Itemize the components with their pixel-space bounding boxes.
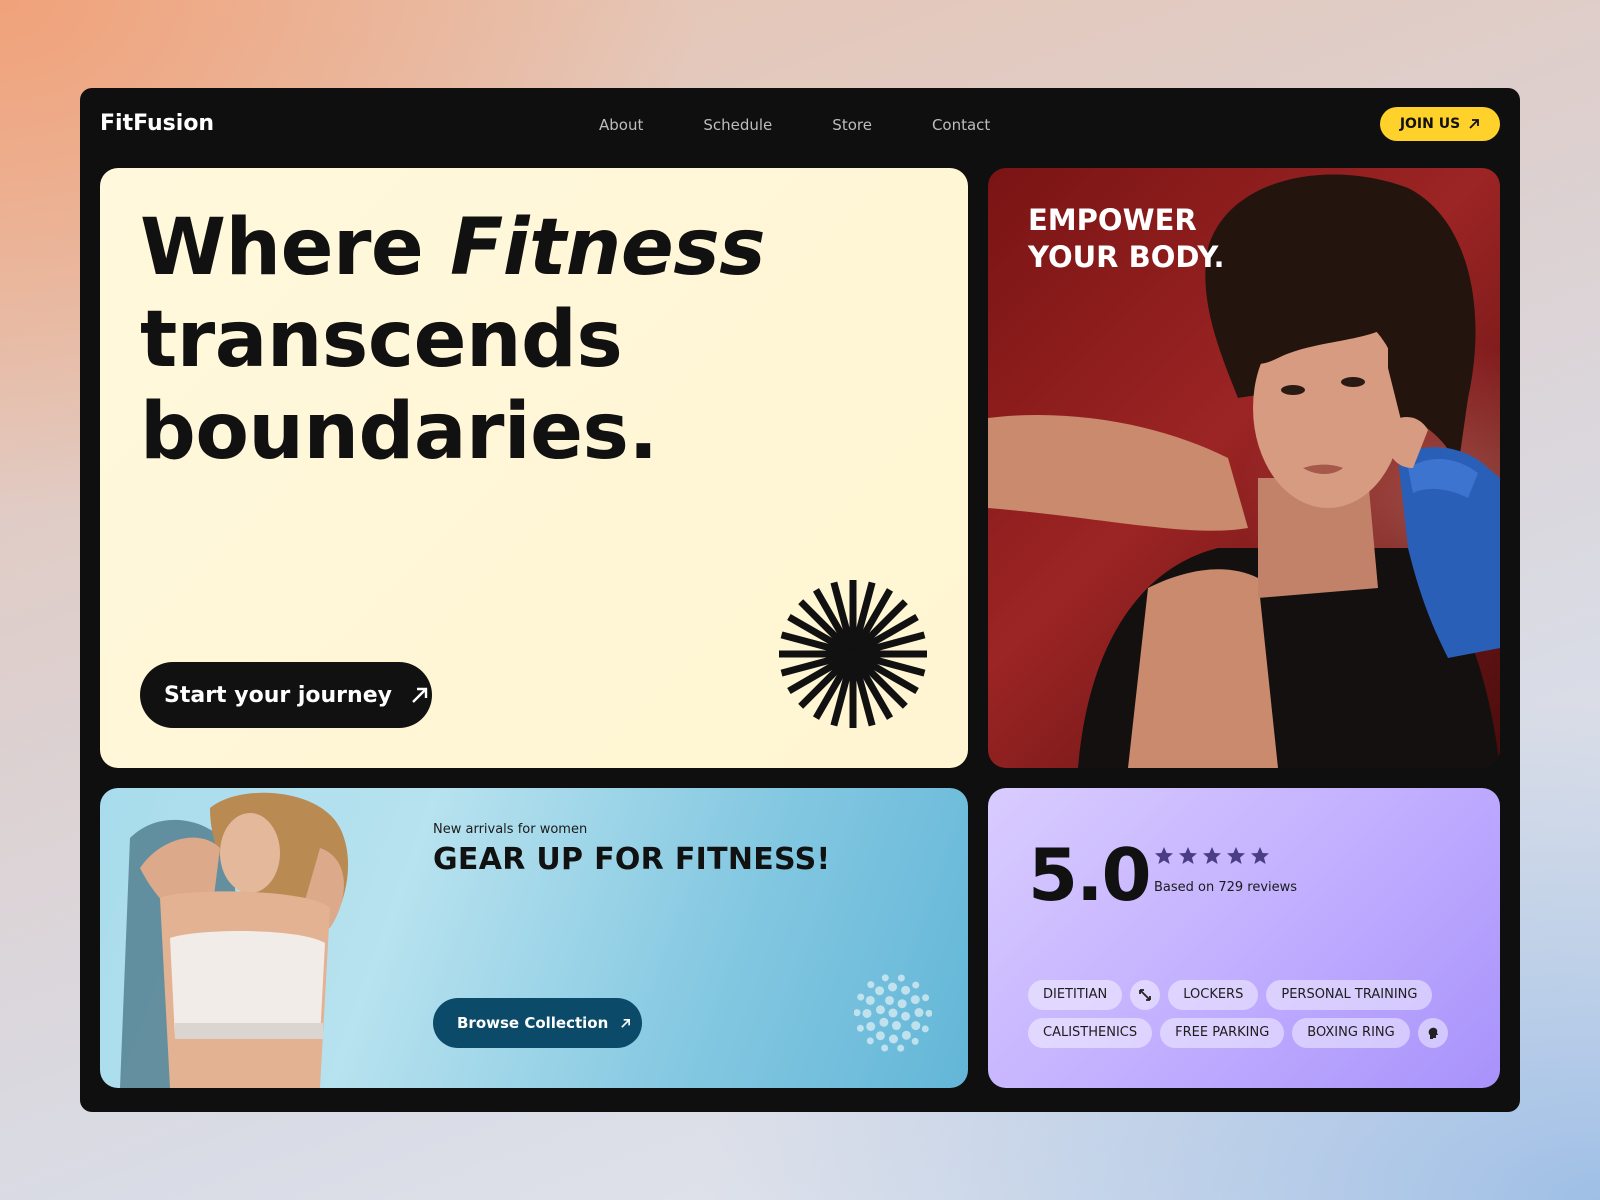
rating-score: 5.0 (1028, 833, 1152, 917)
cluster-dot (921, 1025, 929, 1033)
arrow-up-right-icon (412, 687, 428, 703)
nav-item-store[interactable]: Store (832, 110, 872, 140)
cluster-dot (881, 974, 889, 982)
cluster-dot (912, 981, 920, 989)
review-count: Based on 729 reviews (1154, 880, 1298, 895)
tag-calisthenics[interactable]: CALISTHENICS (1028, 1018, 1153, 1048)
hero-title-line3: boundaries. (140, 387, 658, 477)
tag-personal-training[interactable]: PERSONAL TRAINING (1266, 980, 1433, 1010)
cluster-dot (866, 1021, 876, 1031)
main-nav: About Schedule Store Contact (599, 110, 1050, 140)
model-photo (120, 792, 349, 1088)
tag-lockers[interactable]: LOCKERS (1168, 980, 1259, 1010)
cluster-dot (879, 1017, 889, 1027)
cluster-dot (888, 982, 898, 992)
amenity-tags: DIETITIAN LOCKERS PERSONAL TRAINING CALI… (1028, 980, 1468, 1056)
gear-title: GEAR UP FOR FITNESS! (433, 842, 831, 877)
cluster-dot (897, 999, 907, 1009)
hero-title-line2: transcends (140, 295, 623, 385)
cluster-dot (867, 981, 875, 989)
rating-stars (1154, 846, 1270, 866)
cluster-dot (888, 1008, 898, 1018)
join-us-button[interactable]: JOIN US (1380, 107, 1500, 141)
star-icon (1227, 847, 1245, 864)
rating-card: 5.0 Based on 729 reviews DIETITIAN LOCKE… (988, 788, 1500, 1088)
nav-item-about[interactable]: About (599, 110, 643, 140)
cluster-dot (891, 1021, 901, 1031)
cluster-dot (897, 1044, 905, 1052)
cluster-dot (885, 995, 895, 1005)
cluster-dot (914, 1008, 924, 1018)
starburst-icon (779, 580, 927, 728)
start-journey-label: Start your journey (164, 682, 392, 708)
start-journey-button[interactable]: Start your journey (140, 662, 432, 728)
arrow-up-right-icon (621, 1018, 631, 1028)
cluster-dot (881, 1044, 889, 1052)
expand-arrows-icon[interactable] (1130, 980, 1161, 1010)
cluster-dot (888, 1034, 898, 1044)
nav-item-schedule[interactable]: Schedule (703, 110, 772, 140)
browse-collection-button[interactable]: Browse Collection (433, 998, 642, 1048)
dot-cluster-icon (854, 974, 932, 1052)
tag-free-parking[interactable]: FREE PARKING (1160, 1018, 1285, 1048)
cluster-dot (854, 1009, 861, 1017)
star-icon (1203, 847, 1221, 864)
cluster-dot (901, 1011, 911, 1021)
hero-title: Where Fitness transcends boundaries. (140, 202, 840, 478)
cluster-dot (922, 994, 930, 1002)
star-icon (1155, 847, 1173, 864)
join-us-label: JOIN US (1399, 116, 1461, 132)
gear-card: New arrivals for women GEAR UP FOR FITNE… (100, 788, 968, 1088)
star-icon (1251, 847, 1269, 864)
cluster-dot (897, 974, 905, 982)
hero-title-emphasis: Fitness (450, 203, 766, 293)
hero-title-part1: Where (140, 203, 450, 293)
arrow-up-right-icon (1469, 119, 1480, 129)
brand-logo[interactable]: FitFusion (100, 108, 214, 140)
empower-title: EMPOWER YOUR BODY. (1028, 203, 1225, 274)
cluster-dot (862, 1008, 872, 1018)
hero-card: Where Fitness transcends boundaries. Sta… (100, 168, 968, 768)
gear-kicker: New arrivals for women (433, 822, 588, 837)
cluster-dot (911, 1037, 919, 1045)
empower-card: EMPOWER YOUR BODY. (988, 168, 1500, 768)
cluster-dot (925, 1009, 932, 1017)
cluster-dot (857, 993, 865, 1001)
cluster-dot (856, 1024, 864, 1032)
tag-boxing-ring[interactable]: BOXING RING (1292, 1018, 1410, 1048)
browse-collection-label: Browse Collection (457, 1014, 609, 1032)
head-profile-icon[interactable] (1417, 1018, 1448, 1048)
cluster-dot (910, 995, 920, 1005)
tag-dietitian[interactable]: DIETITIAN (1028, 980, 1123, 1010)
nav-item-contact[interactable]: Contact (932, 110, 990, 140)
cluster-dot (901, 1030, 911, 1040)
site-panel: FitFusion About Schedule Store Contact J… (80, 88, 1520, 1112)
tag-row: CALISTHENICS FREE PARKING BOXING RING (1028, 1018, 1468, 1048)
cluster-dot (875, 1031, 885, 1041)
cluster-dot (875, 986, 885, 996)
cluster-dot (901, 985, 911, 995)
star-icon (1179, 847, 1197, 864)
cluster-dot (866, 1037, 874, 1045)
cluster-dot (875, 1005, 885, 1015)
cluster-dot (865, 995, 875, 1005)
tag-row: DIETITIAN LOCKERS PERSONAL TRAINING (1028, 980, 1468, 1010)
cluster-dot (911, 1021, 921, 1031)
